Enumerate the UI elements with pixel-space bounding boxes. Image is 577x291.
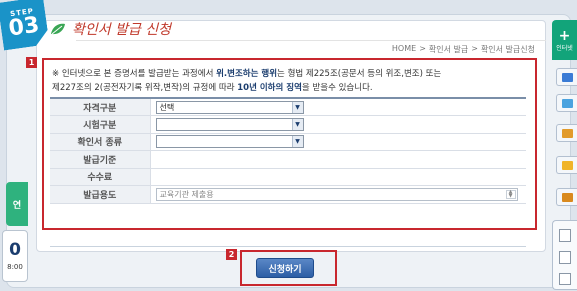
purpose-label: 발급용도	[50, 185, 151, 204]
quick-menu-item-3[interactable]	[556, 124, 577, 142]
purpose-input-value: 교육기관 제출용	[159, 189, 214, 199]
title-divider	[76, 40, 546, 41]
form-row-issue-basis: 발급기준	[50, 150, 526, 169]
form-row-exam: 시험구분 ▼	[50, 115, 526, 134]
left-rail-tab-label: 연	[12, 200, 22, 211]
form-row-qualification: 자격구분 선택 ▼	[50, 98, 526, 116]
notice-highlight-forgery: 위.변조하는 행위	[216, 69, 278, 79]
left-rail-count: 0	[9, 240, 21, 260]
monitor-icon	[561, 98, 573, 108]
exam-type-select[interactable]: ▼	[155, 117, 304, 131]
left-rail-card[interactable]: 0 8:00	[2, 230, 28, 282]
exam-type-label: 시험구분	[50, 115, 151, 134]
leaf-icon	[51, 23, 65, 35]
qualification-select[interactable]: 선택 ▼	[155, 100, 304, 114]
key-icon	[561, 192, 573, 202]
page-title-row: 확인서 발급 신청	[50, 18, 171, 40]
left-rail-tab[interactable]: 연	[6, 182, 28, 226]
chevron-down-icon[interactable]: ▼	[291, 101, 303, 113]
purpose-input[interactable]: 교육기관 제출용 ▲ ▼	[155, 187, 518, 201]
folder-icon	[561, 160, 573, 170]
apply-button[interactable]: 신청하기	[256, 258, 314, 278]
qualification-label: 자격구분	[50, 98, 151, 116]
issue-basis-label: 발급기준	[50, 150, 151, 169]
notice-highlight-penalty: 10년 이하의 징역	[237, 83, 302, 93]
legal-notice: ※ 인터넷으로 본 증명서를 발급받는 과정에서 위.변조하는 행위는 형법 제…	[52, 67, 524, 95]
right-rail-header-label: 인터넷	[556, 44, 573, 52]
breadcrumb-home[interactable]: HOME	[392, 44, 416, 55]
certificate-type-select[interactable]: ▼	[155, 135, 304, 149]
form-row-certificate-type: 확인서 종류 ▼	[50, 133, 526, 151]
marker-1-label: 1	[28, 58, 35, 67]
quick-menu-item-5[interactable]	[556, 188, 577, 206]
breadcrumb-separator: >	[471, 44, 478, 53]
fee-label: 수수료	[50, 168, 151, 186]
notice-part-1: ※ 인터넷으로 본 증명서를 발급받는 과정에서	[52, 69, 217, 79]
quick-menu-item-4[interactable]	[556, 156, 577, 174]
chevron-down-icon[interactable]: ▼	[291, 118, 303, 130]
certificate-type-label: 확인서 종류	[50, 133, 151, 151]
issue-basis-value	[150, 150, 526, 169]
breadcrumb-separator: >	[419, 44, 426, 53]
grid-icon	[561, 72, 573, 82]
form-bottom-divider	[50, 246, 526, 247]
spinner-icon[interactable]: ▲ ▼	[505, 189, 516, 199]
right-rail-header[interactable]: + 인터넷	[552, 20, 577, 60]
quick-menu-item-1[interactable]	[556, 68, 577, 86]
breadcrumb-current: 확인서 발급신청	[480, 45, 535, 54]
chevron-down-icon[interactable]: ▼	[291, 136, 303, 148]
document-icon[interactable]	[559, 273, 571, 285]
marker-2: 2	[226, 249, 237, 260]
right-quick-menu: + 인터넷	[552, 20, 577, 290]
form-row-purpose: 발급용도 교육기관 제출용 ▲ ▼	[50, 185, 526, 204]
application-form: 자격구분 선택 ▼ 시험구분 ▼ 확인서 종류 ▼ 발급기준 수수료 발급용도 …	[50, 97, 526, 204]
plus-icon: +	[558, 27, 571, 44]
breadcrumb: HOME > 확인서 발급 > 확인서 발급신청	[392, 44, 535, 55]
page-title: 확인서 발급 신청	[72, 22, 172, 38]
breadcrumb-certificate[interactable]: 확인서 발급	[429, 44, 468, 55]
marker-2-label: 2	[228, 250, 235, 259]
notice-part-2: 는 형법 제225조(공문서 등의 위조,변조) 또는	[277, 69, 442, 79]
left-rail-time: 8:00	[7, 263, 23, 271]
document-icon[interactable]	[559, 251, 571, 264]
document-icon[interactable]	[559, 229, 571, 242]
marker-1: 1	[26, 57, 37, 68]
notice-part-4: 을 받을수 있습니다.	[301, 83, 373, 93]
right-rail-documents	[552, 220, 577, 290]
form-row-fee: 수수료	[50, 168, 526, 186]
qualification-select-value: 선택	[159, 102, 175, 112]
apply-button-label: 신청하기	[268, 264, 302, 275]
calendar-icon	[561, 128, 573, 138]
fee-value	[150, 168, 526, 186]
notice-part-3: 제227조의 2(공전자기록 위작,변작)의 규정에 따라	[52, 83, 238, 93]
step-number: 03	[7, 12, 41, 42]
quick-menu-item-2[interactable]	[556, 94, 577, 112]
